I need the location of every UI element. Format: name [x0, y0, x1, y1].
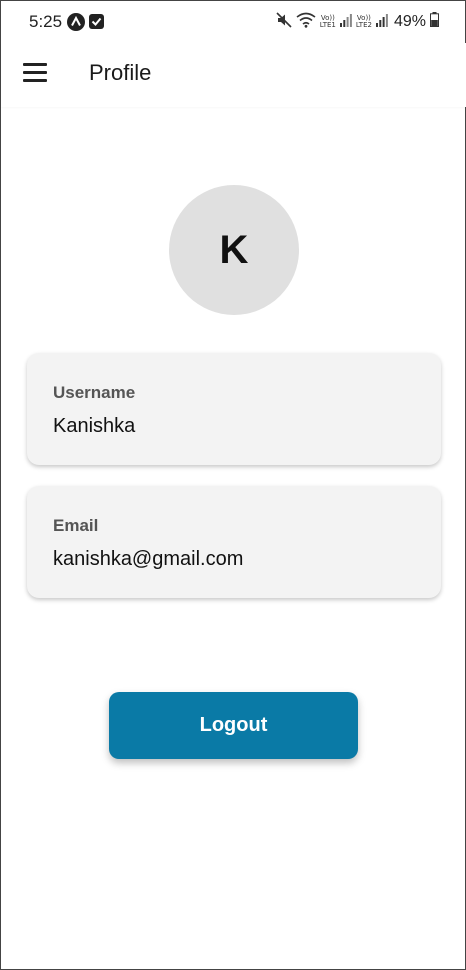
status-bar: 5:25 Vo)) LTE1 Vo)) LTE2 49% — [1, 1, 466, 43]
signal-bars-2-icon — [375, 13, 388, 32]
battery-percent: 49% — [393, 13, 426, 30]
app-notification-icon — [67, 13, 85, 31]
logout-button-label: Logout — [199, 714, 268, 736]
screen-frame: 5:25 Vo)) LTE1 Vo)) LTE2 49% Profile K U… — [0, 0, 466, 970]
email-card: Email kanishka@gmail.com — [27, 486, 441, 598]
signal-lte1-icon: Vo)) LTE1 — [320, 15, 336, 29]
signal-lte2-icon: Vo)) LTE2 — [356, 15, 372, 29]
status-time: 5:25 — [29, 12, 63, 31]
username-value: Kanishka — [53, 415, 136, 437]
signal-bars-1-icon — [339, 13, 352, 32]
username-card: Username Kanishka — [27, 353, 441, 465]
mute-icon — [276, 11, 292, 33]
app-bar: Profile — [1, 43, 466, 107]
hamburger-menu-icon[interactable] — [23, 63, 47, 83]
avatar: K — [169, 185, 299, 315]
username-label: Username — [53, 383, 136, 402]
checkbox-notification-icon — [89, 14, 104, 29]
logout-button[interactable]: Logout — [109, 692, 358, 759]
avatar-initial: K — [219, 227, 249, 272]
page-title: Profile — [89, 60, 152, 85]
status-right-group: Vo)) LTE1 Vo)) LTE2 49% — [276, 11, 439, 33]
battery-icon — [430, 12, 439, 32]
wifi-icon — [296, 12, 316, 33]
lte1-label-bottom: LTE1 — [319, 21, 336, 29]
email-value: kanishka@gmail.com — [53, 548, 244, 570]
lte2-label-bottom: LTE2 — [355, 21, 372, 29]
email-label: Email — [53, 516, 99, 535]
